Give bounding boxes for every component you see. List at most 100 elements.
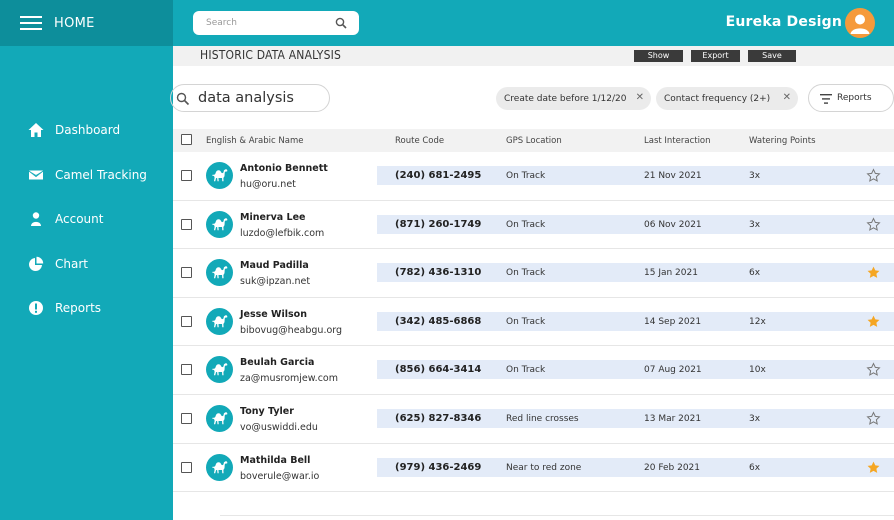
column-header-route-code[interactable]: Route Code xyxy=(395,136,444,146)
reports-button[interactable]: Reports xyxy=(808,84,894,112)
camel-avatar-icon xyxy=(206,259,233,287)
row-route-code: (782) 436-1310 xyxy=(395,267,482,279)
pie-chart-icon xyxy=(28,256,44,272)
row-last-interaction: 20 Feb 2021 xyxy=(644,462,701,473)
row-route-code: (871) 260-1749 xyxy=(395,218,482,230)
search-input[interactable] xyxy=(206,18,326,28)
row-email: bibovug@heabgu.org xyxy=(240,324,343,336)
camel-avatar-icon xyxy=(206,356,233,384)
row-gps-location: On Track xyxy=(506,316,546,327)
divider xyxy=(220,515,894,516)
sidebar-item-dashboard[interactable]: Dashboard xyxy=(0,108,173,153)
sidebar-item-account[interactable]: Account xyxy=(0,197,173,242)
row-last-interaction: 21 Nov 2021 xyxy=(644,171,702,181)
row-route-code: (979) 436-2469 xyxy=(395,461,482,473)
row-watering-points: 3x xyxy=(749,414,761,424)
camel-avatar-icon xyxy=(206,210,233,238)
table-row[interactable]: Mathilda Bell boverule@war.io (979) 436-24… xyxy=(173,443,894,493)
hamburger-menu-icon[interactable] xyxy=(20,16,42,30)
table-row[interactable]: Tony Tyler vo@uswiddi.edu (625) 827-8346 Re… xyxy=(173,395,894,444)
row-last-interaction: 06 Nov 2021 xyxy=(644,219,702,230)
close-icon[interactable]: ✕ xyxy=(783,92,791,103)
table-header: English & Arabic Name Route Code GPS Loc… xyxy=(173,129,894,152)
top-header: Eureka Design xyxy=(173,0,894,46)
sidebar-item-label: Reports xyxy=(55,301,102,316)
row-route-code: (342) 485-6868 xyxy=(395,315,482,327)
search-icon xyxy=(176,92,190,106)
camel-avatar-icon xyxy=(206,162,233,189)
brand-name: Eureka Design xyxy=(725,14,842,30)
search-icon[interactable] xyxy=(335,17,347,29)
row-checkbox[interactable] xyxy=(181,267,192,279)
row-last-interaction: 07 Aug 2021 xyxy=(644,365,702,376)
row-checkbox[interactable] xyxy=(181,170,192,181)
row-route-code: (625) 827-8346 xyxy=(395,413,482,424)
row-last-interaction: 15 Jan 2021 xyxy=(644,268,698,279)
camel-avatar-icon xyxy=(206,453,233,481)
row-name: Antonio Bennett xyxy=(240,163,328,174)
sidebar-item-chart[interactable]: Chart xyxy=(0,242,173,287)
home-icon xyxy=(28,122,44,138)
sidebar-item-reports[interactable]: Reports xyxy=(0,286,173,331)
filter-icon xyxy=(820,94,832,104)
star-outline-icon[interactable] xyxy=(866,362,881,377)
close-icon[interactable]: ✕ xyxy=(636,92,644,103)
query-input[interactable]: data analysis xyxy=(170,84,330,112)
table-row[interactable]: Minerva Lee luzdo@lefbik.com (871) 260-174… xyxy=(173,200,894,250)
select-all-checkbox[interactable] xyxy=(181,134,192,145)
filter-chip-create-date: Create date before 1/12/20 ✕ xyxy=(496,87,651,110)
title-bar: HISTORIC DATA ANALYSIS Show Export Save xyxy=(173,46,894,66)
reports-label: Reports xyxy=(837,93,872,103)
row-gps-location: Near to red zone xyxy=(506,462,582,473)
star-outline-icon[interactable] xyxy=(866,411,881,426)
row-checkbox[interactable] xyxy=(181,413,192,424)
row-watering-points: 6x xyxy=(749,268,761,279)
sidebar-item-label: Camel Tracking xyxy=(55,167,147,182)
row-checkbox[interactable] xyxy=(181,218,192,230)
star-filled-icon[interactable] xyxy=(866,265,881,280)
sidebar: HOME Dashboard Camel Tracking Account Ch… xyxy=(0,0,173,520)
row-gps-location: On Track xyxy=(506,171,546,181)
export-button[interactable]: Export xyxy=(691,50,740,62)
camel-avatar-icon xyxy=(206,405,233,432)
search-box[interactable] xyxy=(193,11,359,35)
chip-label: Contact frequency (2+) xyxy=(664,93,771,104)
table-row[interactable]: Antonio Bennett hu@oru.net (240) 681-2495 O… xyxy=(173,152,894,201)
star-outline-icon[interactable] xyxy=(866,168,881,183)
table-row[interactable]: Maud Padilla suk@ipzan.net (782) 436-1310 O… xyxy=(173,249,894,298)
user-avatar-icon[interactable] xyxy=(845,8,875,38)
row-route-code: (856) 664-3414 xyxy=(395,364,482,376)
sidebar-item-camel-tracking[interactable]: Camel Tracking xyxy=(0,153,173,198)
column-header-name[interactable]: English & Arabic Name xyxy=(206,136,303,146)
camel-avatar-icon xyxy=(206,307,233,335)
row-gps-location: On Track xyxy=(506,268,546,279)
page-title: HISTORIC DATA ANALYSIS xyxy=(200,48,342,62)
column-header-watering-points[interactable]: Watering Points xyxy=(749,136,816,146)
table-row[interactable]: Beulah Garcia za@musromjew.com (856) 664-3… xyxy=(173,346,894,395)
query-text: data analysis xyxy=(198,90,294,106)
row-checkbox[interactable] xyxy=(181,315,192,327)
row-route-code: (240) 681-2495 xyxy=(395,170,482,181)
row-name: Beulah Garcia xyxy=(240,357,315,369)
star-filled-icon[interactable] xyxy=(866,314,881,329)
sidebar-nav: Dashboard Camel Tracking Account Chart R… xyxy=(0,108,173,331)
show-button[interactable]: Show xyxy=(634,50,683,62)
home-nav[interactable]: HOME xyxy=(0,0,173,46)
row-watering-points: 6x xyxy=(749,462,761,473)
row-email: hu@oru.net xyxy=(240,179,296,190)
row-email: luzdo@lefbik.com xyxy=(240,227,325,239)
star-outline-icon[interactable] xyxy=(866,216,881,232)
row-checkbox[interactable] xyxy=(181,461,192,473)
column-header-gps-location[interactable]: GPS Location xyxy=(506,136,562,146)
save-button[interactable]: Save xyxy=(748,50,796,62)
row-watering-points: 3x xyxy=(749,171,761,181)
column-header-last-interaction[interactable]: Last Interaction xyxy=(644,136,711,146)
row-checkbox[interactable] xyxy=(181,364,192,376)
row-last-interaction: 13 Mar 2021 xyxy=(644,414,702,424)
row-email: boverule@war.io xyxy=(240,470,320,482)
row-name: Jesse Wilson xyxy=(240,308,307,320)
table-row[interactable]: Jesse Wilson bibovug@heabgu.org (342) 485-… xyxy=(173,297,894,347)
star-filled-icon[interactable] xyxy=(866,460,881,475)
sidebar-item-label: Chart xyxy=(55,256,88,271)
filter-chip-contact-frequency: Contact frequency (2+) ✕ xyxy=(656,87,798,110)
